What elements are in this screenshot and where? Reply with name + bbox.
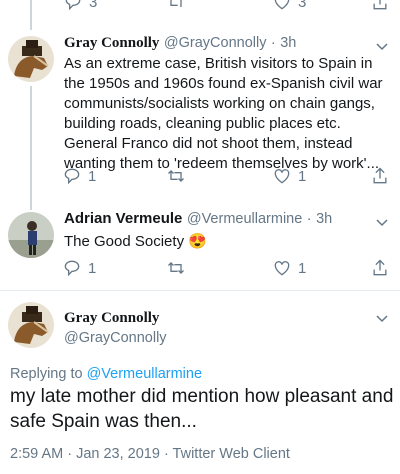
handle[interactable]: @Vermeullarmine [187, 211, 302, 227]
reply-count: 1 [88, 259, 97, 277]
retweet-button[interactable] [166, 0, 186, 12]
time[interactable]: 3h [316, 211, 332, 227]
share-button[interactable] [370, 258, 390, 278]
avatar-horse-image [8, 302, 54, 348]
avatar[interactable] [8, 302, 54, 348]
share-icon [373, 0, 387, 10]
tweet-header: Gray Connolly @GrayConnolly · 3h [64, 34, 296, 52]
timestamp[interactable]: 2:59 AM · Jan 23, 2019 · Twitter Web Cli… [10, 446, 290, 462]
top-action-row: 3 3 [0, 0, 400, 12]
display-name[interactable]: Gray Connolly [64, 35, 159, 51]
like-button[interactable]: 1 [272, 166, 306, 186]
tweet-text: As an extreme case, British visitors to … [64, 55, 383, 172]
handle[interactable]: @GrayConnolly [164, 35, 267, 51]
time[interactable]: 3h [280, 35, 296, 51]
reply-count: 3 [89, 0, 98, 11]
tweet-1[interactable]: Gray Connolly @GrayConnolly · 3h As an e… [0, 30, 400, 210]
like-button[interactable]: 3 [272, 0, 306, 12]
main-tweet: Gray Connolly @GrayConnolly Replying to … [0, 296, 400, 474]
handle[interactable]: @GrayConnolly [64, 330, 167, 346]
thread-connector [30, 86, 32, 210]
avatar-horse-image [8, 36, 54, 82]
replying-to-handle[interactable]: @Vermeullarmine [87, 366, 202, 382]
tweet-text: The Good Society 😍 [64, 232, 384, 252]
retweet-icon [168, 170, 184, 182]
heart-eyes-emoji: 😍 [188, 233, 207, 250]
display-name[interactable]: Adrian Vermeule [64, 210, 182, 227]
chevron-down-icon[interactable] [374, 214, 390, 230]
dot-separator: · [270, 35, 276, 51]
reply-icon [64, 260, 80, 277]
reply-icon [65, 0, 81, 11]
dot-separator: · [306, 211, 312, 227]
share-button[interactable] [370, 166, 390, 186]
replying-prefix: Replying to [10, 366, 83, 382]
like-button[interactable]: 1 [272, 258, 306, 278]
reply-button[interactable]: 1 [62, 258, 96, 278]
share-icon [373, 259, 387, 276]
retweet-icon [168, 262, 184, 274]
main-tweet-text: my late mother did mention how pleasant … [10, 386, 394, 432]
replying-to-line: Replying to @Vermeullarmine [10, 366, 202, 382]
divider [0, 290, 400, 291]
chevron-down-icon[interactable] [374, 38, 390, 54]
thread-connector [30, 0, 32, 30]
tweet-header: Adrian Vermeule @Vermeullarmine · 3h [64, 210, 332, 228]
reply-count: 1 [88, 167, 97, 185]
tweet-text-content: The Good Society [64, 233, 185, 250]
share-icon [373, 167, 387, 184]
share-button[interactable] [370, 0, 390, 12]
reply-button[interactable]: 3 [63, 0, 97, 12]
reply-icon [64, 168, 80, 185]
avatar-person-image [8, 212, 54, 258]
chevron-down-icon[interactable] [374, 310, 390, 326]
tweet-2[interactable]: Adrian Vermeule @Vermeullarmine · 3h The… [0, 206, 400, 286]
avatar[interactable] [8, 36, 54, 82]
display-name[interactable]: Gray Connolly [64, 310, 159, 327]
retweet-icon [170, 0, 182, 7]
heart-icon [274, 261, 290, 276]
retweet-button[interactable] [166, 166, 186, 186]
retweet-button[interactable] [166, 258, 186, 278]
like-count: 1 [298, 259, 307, 277]
reply-button[interactable]: 1 [62, 166, 96, 186]
heart-icon [274, 169, 290, 184]
avatar[interactable] [8, 212, 54, 258]
like-count: 1 [298, 167, 307, 185]
heart-icon [274, 0, 290, 10]
like-count: 3 [298, 0, 307, 11]
